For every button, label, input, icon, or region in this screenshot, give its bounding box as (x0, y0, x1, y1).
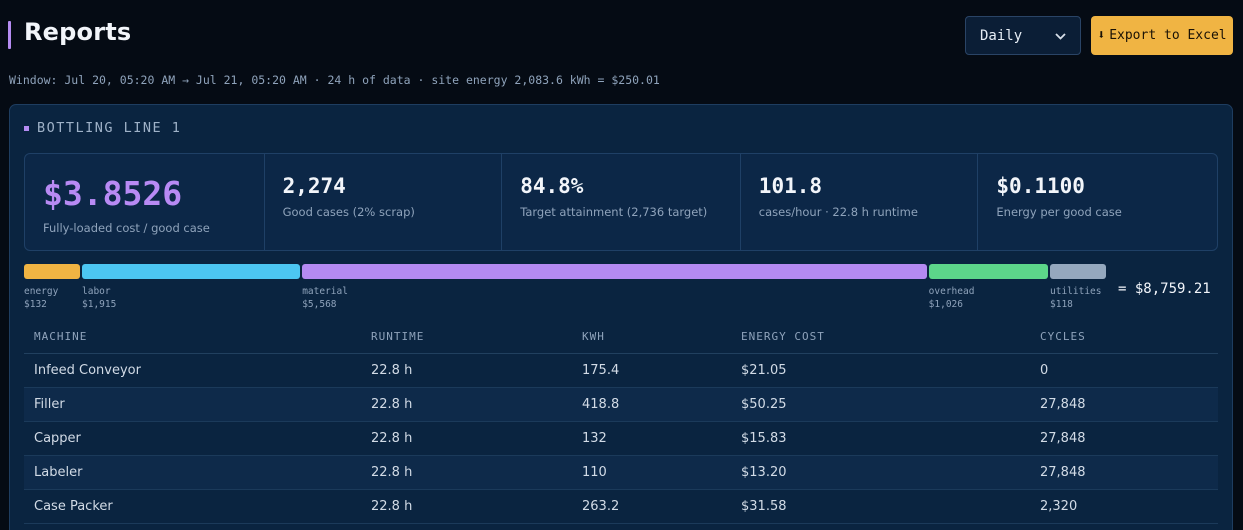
table-cell: Capper (24, 421, 361, 456)
cost-segment-amount: $1,026 (928, 299, 963, 310)
cost-segment-name: energy (24, 286, 59, 297)
section-marker-icon (24, 125, 29, 131)
cost-segment-labor (82, 264, 301, 279)
cost-segment-name: overhead (928, 286, 975, 297)
line-title: BOTTLING LINE 1 (37, 120, 182, 136)
chevron-down-icon (1055, 29, 1066, 43)
table-cell: 132 (572, 421, 731, 456)
column-header: RUNTIME (361, 320, 572, 354)
table-row: Filler 22.8 h 418.8 $50.25 27,848 (24, 387, 1218, 422)
table-cell: 22.8 h (361, 353, 572, 388)
cost-segment-amount: $1,915 (82, 299, 117, 310)
title-accent-bar (8, 21, 11, 49)
kpi-cases-per-hour: 101.8 cases/hour · 22.8 h runtime (741, 154, 979, 250)
table-cell: 0 (1030, 353, 1218, 388)
table-cell: 418.8 (572, 387, 731, 422)
cost-segment-amount: $118 (1050, 299, 1073, 310)
table-cell: 2,320 (1030, 489, 1218, 524)
cost-total: = $8,759.21 (1118, 281, 1211, 297)
kpi-value: $3.8526 (43, 174, 183, 213)
table-row: Labeler 22.8 h 110 $13.20 27,848 (24, 455, 1218, 490)
export-excel-button[interactable]: ⬇ Export to Excel (1091, 16, 1233, 55)
period-select[interactable]: Daily (965, 16, 1081, 55)
cost-segment-label: utilities $118 (1050, 285, 1101, 311)
table-cell: 27,848 (1030, 387, 1218, 422)
table-cell: $15.83 (731, 421, 1030, 456)
kpi-energy-per-case: $0.1100 Energy per good case (978, 154, 1217, 250)
cost-segment-label: material $5,568 (302, 285, 348, 311)
kpi-cost-per-case: $3.8526 Fully-loaded cost / good case (25, 154, 265, 250)
table-cell: Filler (24, 387, 361, 422)
kpi-target-attainment: 84.8% Target attainment (2,736 target) (502, 154, 741, 250)
table-row: Case Packer 22.8 h 263.2 $31.58 2,320 (24, 489, 1218, 524)
kpi-value: 84.8% (520, 174, 584, 198)
cost-segment-energy (24, 264, 80, 279)
cost-segment-label: energy $132 (24, 285, 58, 311)
table-cell: 22.8 h (361, 489, 572, 524)
cost-segment-utilities (1050, 264, 1106, 279)
table-cell: 27,848 (1030, 421, 1218, 456)
cost-segment-overhead (928, 264, 1048, 279)
kpi-label: Target attainment (2,736 target) (520, 205, 708, 219)
table-cell: Case Packer (24, 489, 361, 524)
cost-segment-material (302, 264, 927, 279)
table-row: Infeed Conveyor 22.8 h 175.4 $21.05 0 (24, 353, 1218, 388)
table-header-row: MACHINE RUNTIME KWH ENERGY COST CYCLES (24, 320, 1218, 354)
cost-segment-amount: $5,568 (302, 299, 337, 310)
page-title: Reports (24, 18, 132, 46)
table-cell: 175.4 (572, 353, 731, 388)
table-cell: 22.8 h (361, 387, 572, 422)
table-cell: $50.25 (731, 387, 1030, 422)
export-button-label: Export to Excel (1109, 28, 1227, 43)
column-header: CYCLES (1030, 320, 1218, 354)
machine-table: MACHINE RUNTIME KWH ENERGY COST CYCLES I… (24, 320, 1218, 524)
table-row: Capper 22.8 h 132 $15.83 27,848 (24, 421, 1218, 456)
column-header: MACHINE (24, 320, 361, 354)
line-section-header: BOTTLING LINE 1 (24, 120, 181, 136)
table-cell: $13.20 (731, 455, 1030, 490)
kpi-good-cases: 2,274 Good cases (2% scrap) (265, 154, 503, 250)
page-header: Reports Daily ⬇ Export to Excel (0, 0, 1243, 70)
table-cell: Labeler (24, 455, 361, 490)
cost-segment-name: material (302, 286, 348, 297)
kpi-value: $0.1100 (996, 174, 1085, 198)
table-cell: 27,848 (1030, 455, 1218, 490)
column-header: KWH (572, 320, 731, 354)
kpi-value: 2,274 (282, 174, 346, 198)
cost-segment-amount: $132 (24, 299, 47, 310)
kpi-label: cases/hour · 22.8 h runtime (758, 205, 918, 219)
period-select-value: Daily (980, 27, 1023, 44)
table-cell: 263.2 (572, 489, 731, 524)
table-cell: 22.8 h (361, 421, 572, 456)
kpi-value: 101.8 (758, 174, 823, 198)
kpi-label: Fully-loaded cost / good case (43, 221, 210, 235)
cost-segment-name: labor (82, 286, 111, 297)
column-header: ENERGY COST (731, 320, 1030, 354)
table-cell: 110 (572, 455, 731, 490)
cost-segment-label: labor $1,915 (82, 285, 116, 311)
table-cell: Infeed Conveyor (24, 353, 361, 388)
download-icon: ⬇ (1097, 28, 1106, 43)
table-cell: $21.05 (731, 353, 1030, 388)
report-window-summary: Window: Jul 20, 05:20 AM → Jul 21, 05:20… (9, 73, 660, 87)
kpi-label: Good cases (2% scrap) (282, 205, 415, 219)
kpi-summary: $3.8526 Fully-loaded cost / good case 2,… (24, 153, 1218, 251)
kpi-label: Energy per good case (996, 205, 1122, 219)
table-cell: 22.8 h (361, 455, 572, 490)
cost-segment-label: overhead $1,026 (929, 285, 975, 311)
cost-segment-name: utilities (1050, 286, 1102, 297)
table-cell: $31.58 (731, 489, 1030, 524)
